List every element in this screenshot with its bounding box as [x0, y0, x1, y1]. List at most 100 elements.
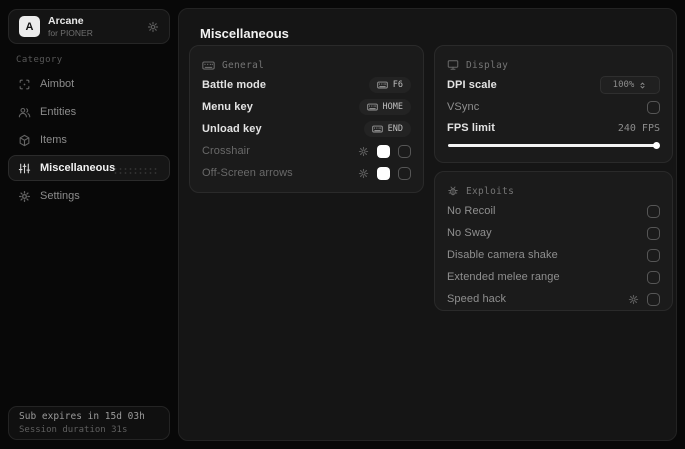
offscreen-checkbox[interactable]	[398, 166, 411, 180]
keybind-value: F6	[392, 80, 403, 90]
sidebar-item-aimbot[interactable]: Aimbot	[8, 71, 170, 97]
keyboard-icon	[202, 61, 215, 70]
app-header-card: A Arcane for PIONER	[8, 9, 170, 44]
fps-limit-slider[interactable]	[447, 142, 660, 149]
sidebar-item-label: Items	[40, 134, 67, 146]
gear-icon[interactable]	[628, 294, 639, 305]
offscreen-arrows-controls	[358, 166, 411, 180]
gear-icon[interactable]	[358, 146, 369, 157]
bug-icon	[447, 185, 459, 197]
vsync-checkbox[interactable]	[647, 100, 660, 114]
speed-hack-label: Speed hack	[447, 293, 507, 305]
display-card: Display DPI scale 100% VSync FPS limit 2…	[434, 45, 673, 163]
keyboard-icon	[367, 103, 378, 111]
general-card: General Battle mode F6 Menu key HOME Unl…	[189, 45, 424, 193]
exploits-card: Exploits No Recoil No Sway Disable camer…	[434, 171, 673, 311]
gear-icon[interactable]	[147, 21, 159, 33]
exploits-header-label: Exploits	[466, 185, 515, 197]
display-header-label: Display	[466, 59, 509, 71]
sidebar-item-label: Settings	[40, 190, 80, 202]
battle-mode-label: Battle mode	[202, 79, 267, 91]
display-card-header: Display	[447, 56, 660, 74]
crosshair-label: Crosshair	[202, 145, 250, 157]
battle-mode-keybind[interactable]: F6	[368, 77, 411, 93]
crosshair-row: Crosshair	[202, 140, 411, 162]
sidebar-item-entities[interactable]: Entities	[8, 99, 170, 125]
dpi-scale-value: 100%	[612, 80, 635, 90]
menu-key-label: Menu key	[202, 101, 253, 113]
vsync-label: VSync	[447, 101, 480, 113]
users-icon	[18, 106, 31, 119]
sidebar-nav: Aimbot Entities Items Miscellaneous Sett…	[8, 71, 170, 211]
no-sway-row: No Sway	[447, 222, 660, 244]
aimbot-scan-icon	[18, 78, 31, 91]
general-card-header: General	[202, 56, 411, 74]
general-header-label: General	[222, 59, 265, 71]
sidebar-item-settings[interactable]: Settings	[8, 183, 170, 209]
arcane-window: A Arcane for PIONER Category Aimbot Enti…	[0, 0, 685, 449]
sidebar-item-label: Entities	[40, 106, 77, 118]
page-title: Miscellaneous	[200, 26, 289, 41]
app-name: Arcane	[48, 14, 84, 27]
gear-icon[interactable]	[358, 168, 369, 179]
dpi-scale-select[interactable]: 100%	[600, 76, 660, 94]
active-item-texture	[113, 167, 159, 174]
fps-limit-value: 240 FPS	[617, 122, 660, 134]
app-logo: A	[19, 16, 40, 37]
battle-mode-row: Battle mode F6	[202, 74, 411, 96]
session-duration-text: Session duration 31s	[19, 424, 128, 435]
dpi-scale-row: DPI scale 100%	[447, 74, 660, 96]
keyboard-icon	[372, 125, 383, 133]
keyboard-icon	[377, 81, 388, 89]
crosshair-checkbox[interactable]	[398, 144, 411, 158]
offscreen-color-swatch[interactable]	[377, 166, 390, 180]
extended-melee-range-checkbox[interactable]	[647, 270, 660, 284]
sidebar-item-miscellaneous[interactable]: Miscellaneous	[8, 155, 170, 181]
sidebar-item-items[interactable]: Items	[8, 127, 170, 153]
sliders-icon	[18, 162, 31, 175]
chevron-up-down-icon	[638, 81, 647, 90]
speed-hack-row: Speed hack	[447, 288, 660, 310]
no-recoil-row: No Recoil	[447, 200, 660, 222]
slider-track[interactable]	[448, 144, 659, 147]
menu-key-keybind[interactable]: HOME	[358, 99, 411, 115]
no-sway-checkbox[interactable]	[647, 226, 660, 240]
offscreen-arrows-label: Off-Screen arrows	[202, 167, 293, 179]
gear-icon	[18, 190, 31, 203]
exploits-card-header: Exploits	[447, 182, 660, 200]
unload-key-keybind[interactable]: END	[363, 121, 411, 137]
fps-limit-label: FPS limit	[447, 122, 495, 134]
no-recoil-label: No Recoil	[447, 205, 496, 217]
no-sway-label: No Sway	[447, 227, 492, 239]
subscription-status-card: Sub expires in 15d 03h Session duration …	[8, 406, 170, 440]
main-panel: Miscellaneous General Battle mode F6 Men…	[178, 8, 677, 441]
dpi-scale-label: DPI scale	[447, 79, 497, 91]
crosshair-color-swatch[interactable]	[377, 144, 390, 158]
sub-expires-text: Sub expires in 15d 03h	[19, 411, 145, 422]
disable-camera-shake-checkbox[interactable]	[647, 248, 660, 262]
menu-key-row: Menu key HOME	[202, 96, 411, 118]
crosshair-controls	[358, 144, 411, 158]
extended-melee-range-label: Extended melee range	[447, 271, 560, 283]
no-recoil-checkbox[interactable]	[647, 204, 660, 218]
sidebar-item-label: Miscellaneous	[40, 162, 116, 174]
monitor-icon	[447, 59, 459, 71]
speed-hack-controls	[628, 292, 660, 306]
disable-camera-shake-label: Disable camera shake	[447, 249, 558, 261]
category-label: Category	[16, 55, 63, 65]
slider-thumb[interactable]	[653, 142, 660, 149]
vsync-row: VSync	[447, 96, 660, 118]
keybind-value: END	[387, 124, 403, 134]
app-title-block: Arcane for PIONER	[48, 14, 93, 38]
sidebar-item-label: Aimbot	[40, 78, 75, 90]
unload-key-label: Unload key	[202, 123, 262, 135]
keybind-value: HOME	[382, 102, 403, 112]
fps-limit-row: FPS limit 240 FPS	[447, 118, 660, 138]
unload-key-row: Unload key END	[202, 118, 411, 140]
app-subtitle: for PIONER	[48, 28, 93, 38]
offscreen-arrows-row: Off-Screen arrows	[202, 162, 411, 184]
speed-hack-checkbox[interactable]	[647, 292, 660, 306]
disable-camera-shake-row: Disable camera shake	[447, 244, 660, 266]
extended-melee-range-row: Extended melee range	[447, 266, 660, 288]
cube-icon	[18, 134, 31, 147]
